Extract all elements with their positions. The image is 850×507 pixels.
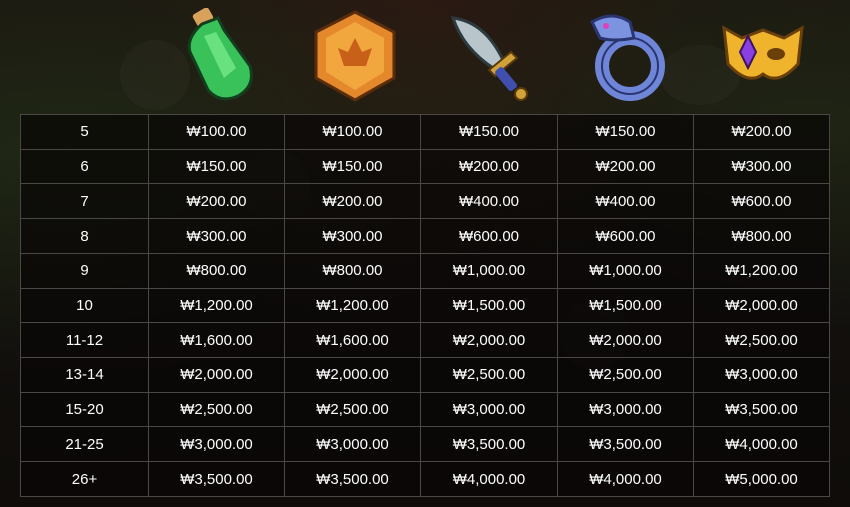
payout-cell: ₩150.00 — [284, 148, 421, 185]
payout-cell: ₩150.00 — [148, 148, 285, 185]
payout-cell: ₩4,000.00 — [420, 461, 558, 497]
payout-cell: ₩1,200.00 — [148, 287, 285, 324]
paytable: 5 ₩100.00 ₩100.00 ₩150.00 ₩150.00 ₩200.00 6 ₩15… — [20, 114, 830, 497]
payout-cell: ₩2,000.00 — [148, 357, 285, 393]
payout-cell: ₩3,500.00 — [557, 426, 694, 463]
payout-cell: ₩2,500.00 — [284, 391, 421, 428]
payout-cell: ₩2,000.00 — [693, 287, 830, 324]
green-potion-icon — [172, 7, 262, 104]
payout-cell: ₩200.00 — [693, 114, 830, 150]
payout-cell: ₩600.00 — [557, 218, 694, 254]
symbol-count-cell: 13-14 — [20, 357, 149, 393]
payout-cell: ₩200.00 — [284, 183, 421, 220]
payout-cell: ₩800.00 — [148, 252, 285, 289]
payout-cell: ₩1,500.00 — [420, 287, 558, 324]
paytable-row: 9 ₩800.00 ₩800.00 ₩1,000.00 ₩1,000.00 ₩1,200.… — [20, 252, 830, 289]
payout-cell: ₩2,500.00 — [148, 391, 285, 428]
payout-cell: ₩3,000.00 — [557, 391, 694, 428]
symbol-count-cell: 9 — [20, 252, 149, 289]
payout-cell: ₩1,500.00 — [557, 287, 694, 324]
payout-cell: ₩400.00 — [420, 183, 558, 220]
payout-cell: ₩2,000.00 — [420, 322, 558, 359]
paytable-row: 26+ ₩3,500.00 ₩3,500.00 ₩4,000.00 ₩4,000.00 ₩… — [20, 461, 830, 497]
payout-cell: ₩5,000.00 — [693, 461, 830, 497]
payout-cell: ₩2,000.00 — [557, 322, 694, 359]
symbol-count-cell: 11-12 — [20, 322, 149, 359]
symbol-count-cell: 26+ — [20, 461, 149, 497]
payout-cell: ₩200.00 — [148, 183, 285, 220]
paytable-row: 11-12 ₩1,600.00 ₩1,600.00 ₩2,000.00 ₩2,000.0… — [20, 322, 830, 359]
symbol-count-cell: 8 — [20, 218, 149, 254]
payout-cell: ₩800.00 — [693, 218, 830, 254]
paytable-row: 13-14 ₩2,000.00 ₩2,000.00 ₩2,500.00 ₩2,500.0… — [20, 357, 830, 393]
symbol-count-cell: 10 — [20, 287, 149, 324]
paytable-row: 10 ₩1,200.00 ₩1,200.00 ₩1,500.00 ₩1,500.00 ₩2… — [20, 287, 830, 324]
payout-cell: ₩300.00 — [148, 218, 285, 254]
payout-cell: ₩3,000.00 — [284, 426, 421, 463]
payout-cell: ₩4,000.00 — [557, 461, 694, 497]
paytable-row: 8 ₩300.00 ₩300.00 ₩600.00 ₩600.00 ₩800.00 — [20, 218, 830, 254]
payout-cell: ₩150.00 — [557, 114, 694, 150]
payout-cell: ₩3,500.00 — [693, 391, 830, 428]
payout-cell: ₩1,000.00 — [557, 252, 694, 289]
payout-cell: ₩200.00 — [557, 148, 694, 185]
payout-cell: ₩600.00 — [693, 183, 830, 220]
payout-cell: ₩1,200.00 — [693, 252, 830, 289]
payout-cell: ₩4,000.00 — [693, 426, 830, 463]
payout-cell: ₩2,500.00 — [693, 322, 830, 359]
payout-cell: ₩400.00 — [557, 183, 694, 220]
payout-cell: ₩100.00 — [284, 114, 421, 150]
paytable-row: 6 ₩150.00 ₩150.00 ₩200.00 ₩200.00 ₩300.00 — [20, 148, 830, 185]
payout-cell: ₩3,000.00 — [148, 426, 285, 463]
payout-cell: ₩150.00 — [420, 114, 558, 150]
payout-cell: ₩3,500.00 — [148, 461, 285, 497]
blue-dragon-ring-icon — [582, 8, 672, 104]
gold-mask-icon — [718, 8, 808, 104]
payout-cell: ₩3,500.00 — [284, 461, 421, 497]
payout-cell: ₩1,600.00 — [148, 322, 285, 359]
payout-cell: ₩600.00 — [420, 218, 558, 254]
symbol-count-cell: 15-20 — [20, 391, 149, 428]
payout-cell: ₩2,500.00 — [557, 357, 694, 393]
paytable-row: 21-25 ₩3,000.00 ₩3,000.00 ₩3,500.00 ₩3,500.0… — [20, 426, 830, 463]
payout-cell: ₩3,500.00 — [420, 426, 558, 463]
payout-cell: ₩2,500.00 — [420, 357, 558, 393]
paytable-row: 5 ₩100.00 ₩100.00 ₩150.00 ₩150.00 ₩200.00 — [20, 114, 830, 150]
payout-cell: ₩200.00 — [420, 148, 558, 185]
payout-cell: ₩1,200.00 — [284, 287, 421, 324]
paytable-row: 7 ₩200.00 ₩200.00 ₩400.00 ₩400.00 ₩600.00 — [20, 183, 830, 220]
payout-cell: ₩300.00 — [284, 218, 421, 254]
paytable-row: 15-20 ₩2,500.00 ₩2,500.00 ₩3,000.00 ₩3,000.0… — [20, 391, 830, 428]
payout-cell: ₩800.00 — [284, 252, 421, 289]
payout-cell: ₩1,000.00 — [420, 252, 558, 289]
payout-cell: ₩300.00 — [693, 148, 830, 185]
payout-cell: ₩3,000.00 — [420, 391, 558, 428]
payout-cell: ₩1,600.00 — [284, 322, 421, 359]
symbol-count-cell: 5 — [20, 114, 149, 150]
symbol-header-row — [0, 0, 850, 112]
symbol-count-cell: 21-25 — [20, 426, 149, 463]
payout-cell: ₩2,000.00 — [284, 357, 421, 393]
symbol-count-cell: 6 — [20, 148, 149, 185]
dagger-icon — [445, 8, 535, 104]
symbol-count-cell: 7 — [20, 183, 149, 220]
orange-hexagon-emblem-icon — [310, 8, 400, 104]
payout-cell: ₩100.00 — [148, 114, 285, 150]
payout-cell: ₩3,000.00 — [693, 357, 830, 393]
